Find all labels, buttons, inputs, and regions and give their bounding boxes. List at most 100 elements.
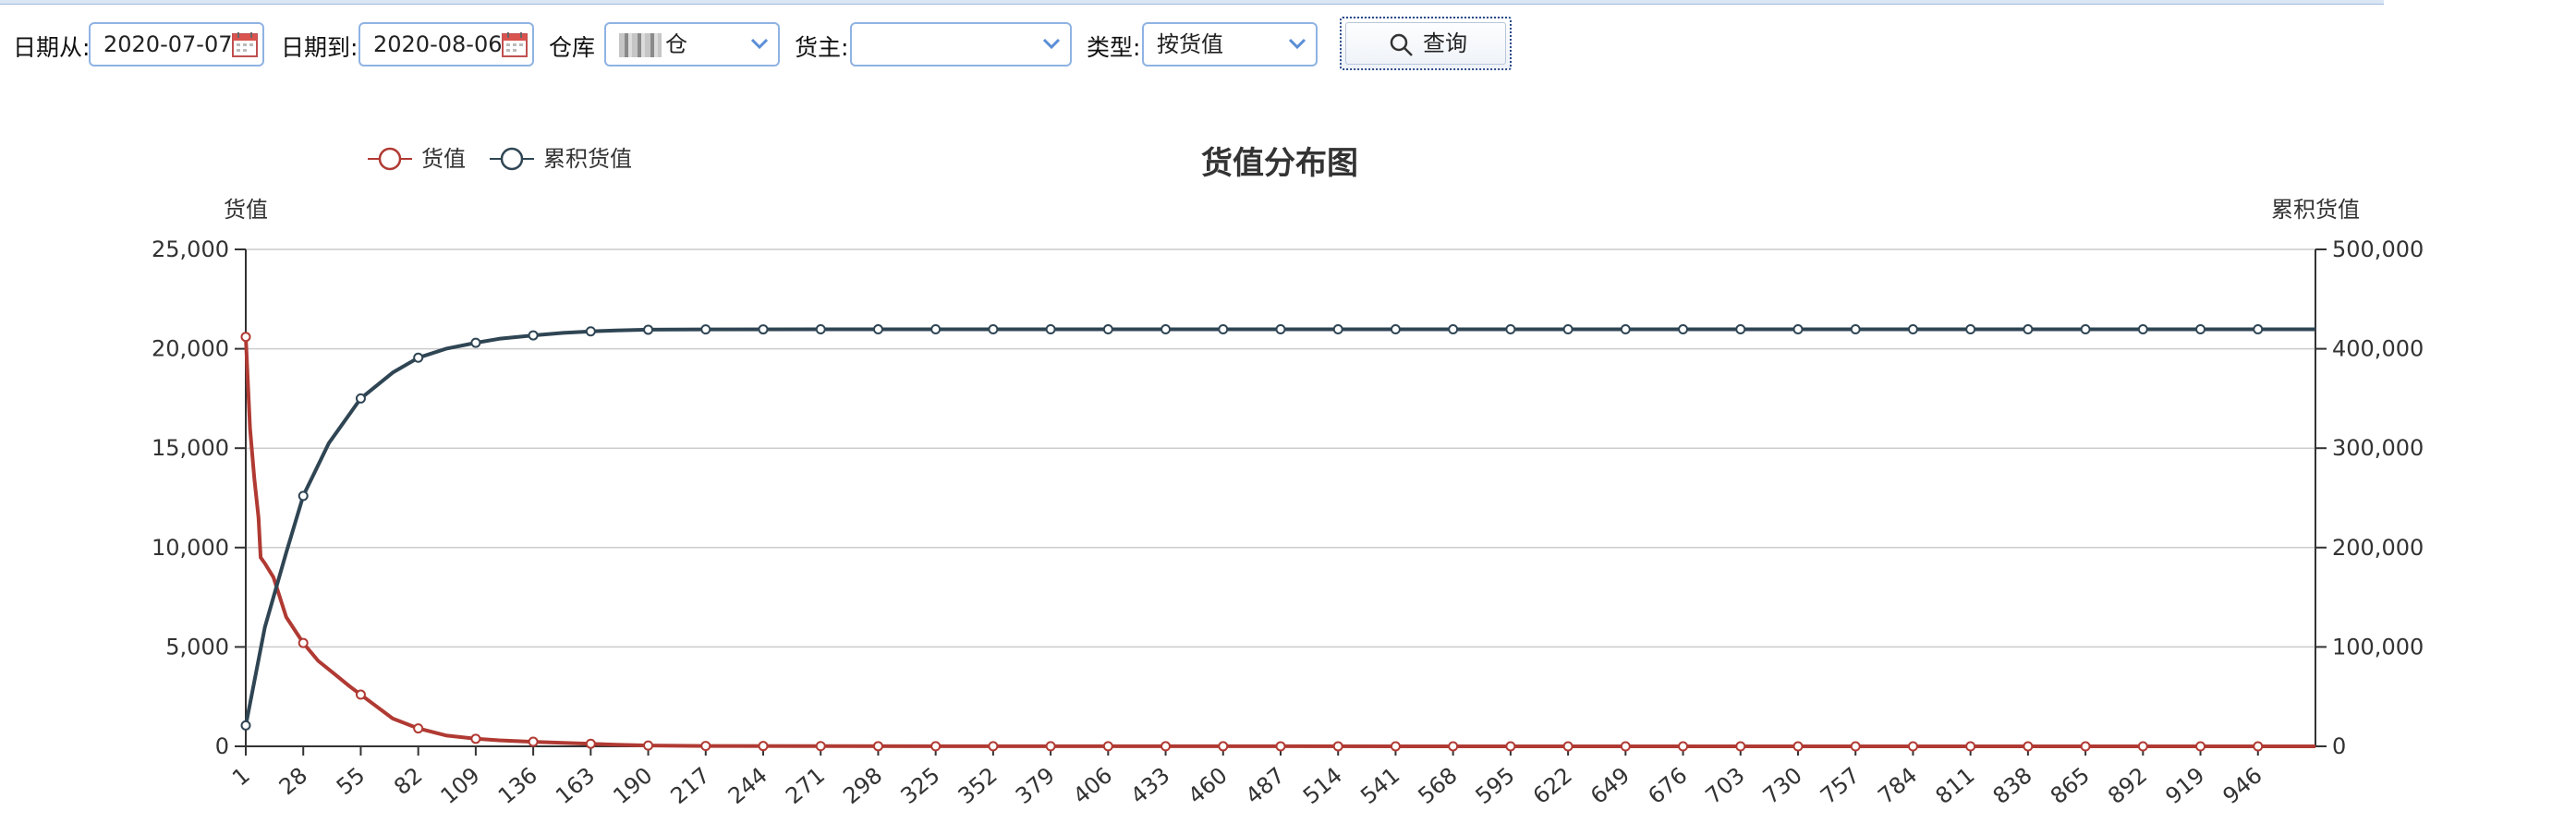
- value-point[interactable]: [2253, 741, 2264, 752]
- value-point[interactable]: [1792, 741, 1804, 752]
- chart-legend[interactable]: 货值 累积货值: [368, 146, 632, 172]
- cumulative-point[interactable]: [1505, 324, 1516, 335]
- calendar-icon[interactable]: [231, 30, 259, 58]
- value-point[interactable]: [1907, 741, 1918, 752]
- date-to-field[interactable]: 2020-08-06: [358, 22, 534, 67]
- x-tick-label: 595: [1471, 762, 1520, 809]
- value-point[interactable]: [1965, 741, 1976, 752]
- value-point[interactable]: [1448, 741, 1459, 752]
- cumulative-point[interactable]: [758, 324, 769, 335]
- value-point[interactable]: [930, 741, 942, 752]
- value-point[interactable]: [1045, 741, 1056, 752]
- value-series-line[interactable]: [244, 336, 2315, 748]
- axes-layer: 0 0 5,000 100,000 10,000 200,000 15,000 300,000…: [152, 236, 2424, 809]
- cumulative-point[interactable]: [2253, 324, 2264, 335]
- cumulative-point[interactable]: [872, 324, 883, 335]
- y-right-tick-label: 400,000: [2332, 336, 2424, 362]
- cumulative-point[interactable]: [1678, 324, 1689, 335]
- value-point[interactable]: [700, 741, 711, 752]
- cumulative-point[interactable]: [700, 324, 711, 335]
- chevron-down-icon[interactable]: [1279, 24, 1316, 65]
- cumulative-series-line[interactable]: [244, 327, 2315, 726]
- value-point[interactable]: [2195, 741, 2206, 752]
- cumulative-point[interactable]: [528, 330, 539, 341]
- value-point[interactable]: [2137, 741, 2148, 752]
- cumulative-point[interactable]: [585, 326, 596, 337]
- date-from-field[interactable]: 2020-07-07: [89, 22, 264, 67]
- cumulative-point[interactable]: [1735, 324, 1746, 335]
- value-point[interactable]: [758, 741, 769, 752]
- cumulative-point[interactable]: [2023, 324, 2034, 335]
- value-point[interactable]: [1678, 741, 1689, 752]
- query-button[interactable]: 查询: [1340, 17, 1512, 70]
- cumulative-point[interactable]: [1275, 324, 1286, 335]
- date-to-value: 2020-08-06: [373, 31, 503, 57]
- value-point[interactable]: [585, 738, 596, 749]
- cumulative-point[interactable]: [240, 720, 251, 731]
- value-point[interactable]: [1390, 741, 1401, 752]
- value-point[interactable]: [643, 740, 654, 751]
- cumulative-point[interactable]: [1448, 324, 1459, 335]
- value-point[interactable]: [2023, 741, 2034, 752]
- chevron-down-icon[interactable]: [741, 24, 778, 65]
- cumulative-point[interactable]: [2080, 324, 2091, 335]
- cumulative-point[interactable]: [298, 490, 309, 502]
- x-tick-label: 109: [436, 762, 485, 809]
- value-point[interactable]: [1562, 741, 1574, 752]
- cumulative-point[interactable]: [413, 352, 424, 363]
- value-point[interactable]: [1160, 741, 1172, 752]
- cumulative-point[interactable]: [930, 324, 942, 335]
- cumulative-point[interactable]: [1160, 324, 1172, 335]
- value-point[interactable]: [528, 736, 539, 747]
- calendar-icon[interactable]: [501, 30, 529, 58]
- value-point[interactable]: [355, 689, 366, 700]
- cumulative-point[interactable]: [1332, 324, 1343, 335]
- cumulative-point[interactable]: [1907, 324, 1918, 335]
- x-tick-label: 217: [666, 762, 715, 809]
- cumulative-point[interactable]: [2195, 324, 2206, 335]
- value-point[interactable]: [1620, 741, 1631, 752]
- value-point[interactable]: [1332, 741, 1343, 752]
- cumulative-point[interactable]: [470, 337, 481, 348]
- cumulative-point[interactable]: [1620, 324, 1631, 335]
- value-point[interactable]: [470, 733, 481, 744]
- cumulative-point[interactable]: [1102, 324, 1113, 335]
- cumulative-point[interactable]: [355, 393, 366, 404]
- value-point[interactable]: [1850, 741, 1861, 752]
- chevron-down-icon[interactable]: [1033, 24, 1070, 65]
- cumulative-point[interactable]: [988, 324, 999, 335]
- cumulative-point[interactable]: [1390, 324, 1401, 335]
- value-point[interactable]: [872, 741, 883, 752]
- value-point[interactable]: [2080, 741, 2091, 752]
- value-point[interactable]: [988, 741, 999, 752]
- value-point[interactable]: [1505, 741, 1516, 752]
- y-right-axis-label: 累积货值: [2271, 197, 2360, 223]
- cumulative-point[interactable]: [1562, 324, 1574, 335]
- cumulative-point[interactable]: [1965, 324, 1976, 335]
- value-point[interactable]: [413, 723, 424, 734]
- y-left-tick-label: 10,000: [152, 535, 229, 561]
- cumulative-point[interactable]: [1045, 324, 1056, 335]
- value-point[interactable]: [1275, 741, 1286, 752]
- cumulative-point[interactable]: [1792, 324, 1804, 335]
- value-point[interactable]: [815, 741, 826, 752]
- value-point[interactable]: [240, 332, 251, 343]
- type-select[interactable]: 按货值: [1142, 22, 1318, 67]
- cumulative-point[interactable]: [1218, 324, 1229, 335]
- x-tick-label: 163: [551, 762, 600, 809]
- owner-select[interactable]: [850, 22, 1072, 67]
- value-point[interactable]: [298, 637, 309, 648]
- y-right-tick-label: 200,000: [2332, 535, 2424, 561]
- cumulative-point[interactable]: [643, 324, 654, 335]
- value-point[interactable]: [1218, 741, 1229, 752]
- warehouse-select[interactable]: 仓: [604, 22, 780, 67]
- cumulative-point[interactable]: [2137, 324, 2148, 335]
- value-point[interactable]: [1102, 741, 1113, 752]
- value-point[interactable]: [1735, 741, 1746, 752]
- x-tick-label: 919: [2160, 762, 2209, 809]
- x-tick-label: 1: [227, 762, 255, 791]
- x-tick-label: 865: [2046, 762, 2095, 809]
- cumulative-point[interactable]: [815, 324, 826, 335]
- legend-label: 累积货值: [543, 146, 632, 172]
- cumulative-point[interactable]: [1850, 324, 1861, 335]
